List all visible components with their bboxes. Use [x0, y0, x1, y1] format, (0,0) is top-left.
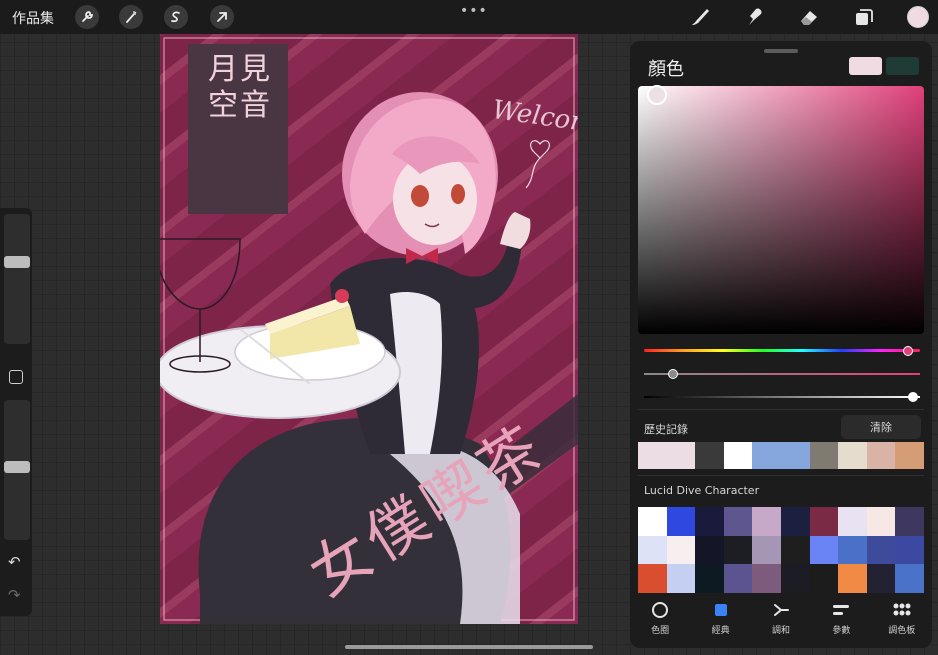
- palette-swatch[interactable]: [695, 564, 724, 593]
- history-swatches: [638, 442, 924, 469]
- transform-arrow-icon[interactable]: [210, 5, 234, 29]
- palette-swatch[interactable]: [695, 535, 724, 565]
- history-swatch[interactable]: [809, 442, 839, 469]
- tab-label: 色圈: [651, 626, 670, 636]
- top-toolbar: 作品集 •••: [0, 0, 938, 34]
- gallery-button[interactable]: 作品集: [12, 8, 54, 28]
- panel-grabber[interactable]: [764, 49, 798, 53]
- tab-label: 經典: [711, 626, 730, 636]
- saturation-slider[interactable]: [644, 373, 920, 375]
- primary-color-swatch[interactable]: [849, 57, 882, 75]
- history-swatch[interactable]: [780, 442, 810, 469]
- history-swatch[interactable]: [638, 442, 667, 469]
- vertical-title: 月見 空音: [208, 52, 272, 123]
- secondary-color-swatch[interactable]: [886, 57, 919, 75]
- history-swatch[interactable]: [838, 442, 867, 469]
- palette-swatch[interactable]: [723, 507, 753, 536]
- divider: [638, 475, 924, 476]
- color-panel: 顏色 歷史記錄 清除 Lucid Dive Character 色圈 經典 調和…: [630, 41, 932, 648]
- saturation-brightness-field[interactable]: [638, 86, 924, 334]
- palette-swatch[interactable]: [866, 535, 896, 565]
- palette-swatch[interactable]: [666, 535, 696, 565]
- artwork-canvas[interactable]: 月見 空音 Welcom 女僕喫茶: [160, 34, 578, 624]
- color-mode-tabs: 色圈 經典 調和 參數 調色板: [630, 601, 932, 641]
- palette-swatch[interactable]: [638, 507, 667, 536]
- tab-disc[interactable]: 色圈: [632, 601, 688, 641]
- tab-label: 調色板: [888, 626, 916, 636]
- disc-icon: [652, 602, 669, 618]
- palette-swatch[interactable]: [781, 564, 810, 593]
- brightness-knob[interactable]: [908, 392, 918, 402]
- palette-swatch[interactable]: [781, 507, 810, 536]
- history-swatch[interactable]: [666, 442, 696, 469]
- procreate-app: 作品集 ••• ↶ ↷ 月見 空音 Welcom 女僕喫茶 顏色 歷史記錄 清除…: [0, 0, 938, 655]
- history-label: 歷史記錄: [644, 423, 688, 436]
- palette-swatch[interactable]: [809, 564, 839, 593]
- palette-swatch[interactable]: [895, 564, 924, 593]
- history-swatch[interactable]: [752, 442, 781, 469]
- tab-label: 參數: [832, 626, 851, 636]
- current-color-button[interactable]: [907, 6, 929, 28]
- palette-swatch[interactable]: [895, 535, 924, 565]
- selection-icon[interactable]: [164, 5, 188, 29]
- palette-swatch[interactable]: [781, 535, 810, 565]
- opacity-thumb[interactable]: [4, 461, 30, 474]
- history-swatch[interactable]: [895, 442, 924, 469]
- panel-title: 顏色: [648, 59, 684, 80]
- palette-swatch[interactable]: [838, 564, 867, 593]
- harmony-icon: [773, 604, 789, 616]
- ellipsis-icon[interactable]: •••: [460, 3, 488, 19]
- palette-grid: [638, 507, 924, 593]
- wrench-icon[interactable]: [75, 5, 99, 29]
- clear-history-button[interactable]: 清除: [841, 415, 921, 439]
- palette-swatch[interactable]: [866, 564, 896, 593]
- tab-harmony[interactable]: 調和: [753, 601, 809, 641]
- history-swatch[interactable]: [723, 442, 753, 469]
- smudge-icon[interactable]: [743, 5, 767, 29]
- palette-swatch[interactable]: [666, 507, 696, 536]
- tab-value[interactable]: 參數: [813, 601, 869, 641]
- undo-icon[interactable]: ↶: [8, 553, 21, 571]
- palette-swatch[interactable]: [895, 507, 924, 536]
- hue-slider[interactable]: [644, 349, 920, 352]
- value-sliders-icon: [833, 605, 850, 615]
- brush-size-thumb[interactable]: [4, 256, 30, 269]
- palette-swatch[interactable]: [752, 535, 781, 565]
- divider: [638, 409, 924, 410]
- palette-swatch[interactable]: [638, 564, 667, 593]
- palette-swatch[interactable]: [638, 535, 667, 565]
- hue-knob[interactable]: [903, 346, 913, 356]
- saturation-knob[interactable]: [668, 369, 678, 379]
- modify-button[interactable]: [9, 370, 23, 384]
- classic-square-icon: [714, 604, 727, 616]
- brush-icon[interactable]: [688, 5, 712, 29]
- magic-wand-icon[interactable]: [119, 5, 143, 29]
- palette-swatch[interactable]: [695, 507, 724, 536]
- tab-classic[interactable]: 經典: [693, 601, 749, 641]
- brightness-slider[interactable]: [644, 396, 920, 398]
- left-sidebar: ↶ ↷: [0, 208, 32, 616]
- palette-swatch[interactable]: [809, 507, 839, 536]
- eraser-icon[interactable]: [797, 5, 821, 29]
- palette-name: Lucid Dive Character: [644, 484, 760, 497]
- redo-icon[interactable]: ↷: [8, 586, 21, 604]
- palette-swatch[interactable]: [752, 507, 781, 536]
- tab-label: 調和: [771, 626, 790, 636]
- home-indicator[interactable]: [345, 645, 593, 649]
- palette-swatch[interactable]: [666, 564, 696, 593]
- brush-size-slider[interactable]: [4, 214, 30, 344]
- tab-palettes[interactable]: 調色板: [874, 601, 930, 641]
- palette-swatch[interactable]: [752, 564, 781, 593]
- palette-swatch[interactable]: [866, 507, 896, 536]
- color-picker-handle[interactable]: [647, 85, 667, 105]
- palette-swatch[interactable]: [838, 507, 867, 536]
- palette-swatch[interactable]: [723, 535, 753, 565]
- history-swatch[interactable]: [695, 442, 724, 469]
- layers-icon[interactable]: [852, 5, 876, 29]
- palette-swatch[interactable]: [723, 564, 753, 593]
- palette-swatch[interactable]: [809, 535, 839, 565]
- palette-swatch[interactable]: [838, 535, 867, 565]
- palette-grid-icon: [893, 603, 911, 616]
- history-swatch[interactable]: [866, 442, 896, 469]
